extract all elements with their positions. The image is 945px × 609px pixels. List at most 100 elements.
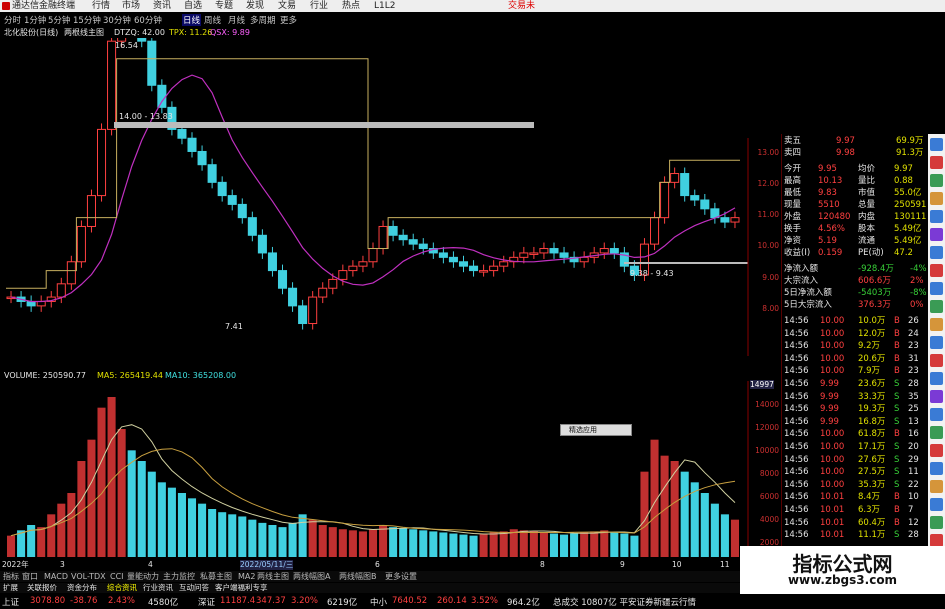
volume-bar: [187, 498, 197, 557]
toolbar-icon[interactable]: [930, 390, 943, 403]
menu-item-wenyi[interactable]: 文易: [278, 0, 296, 12]
toolbar-icon[interactable]: [930, 336, 943, 349]
toolbar-icon[interactable]: [930, 354, 943, 367]
ext-tab[interactable]: 客户端福利专享: [215, 583, 268, 593]
tab-1min[interactable]: 1分钟: [24, 14, 46, 26]
tick-row: 14:56 10.01 11.1万 S 28: [784, 530, 919, 541]
tab-liangxian-b[interactable]: 两线幅图B: [339, 571, 377, 582]
menu-item-zhuanti[interactable]: 专题: [215, 0, 233, 12]
menu-item-redian[interactable]: 热点: [342, 0, 360, 12]
candle: [358, 261, 368, 267]
indicator-line: 北化股份(日线) 两根线主图 DTZQ: 42.00 TPX: 11.26 QS…: [0, 27, 535, 38]
index-name[interactable]: 中小: [370, 596, 387, 608]
tab-more[interactable]: 更多: [280, 14, 297, 26]
price-chart[interactable]: [0, 38, 780, 356]
tab-month[interactable]: 月线: [228, 14, 245, 26]
toolbar-icon[interactable]: [930, 156, 943, 169]
app-popup[interactable]: 精选应用: [560, 424, 632, 436]
menu-item-l1l2[interactable]: L1L2: [374, 0, 395, 12]
volume-axis-top: 14997: [750, 380, 774, 389]
volume-bar: [620, 533, 629, 557]
volume-bar: [167, 487, 176, 557]
tick-row: 14:56 10.00 17.1万 S 20: [784, 442, 919, 452]
ext-tab[interactable]: 关联报价: [27, 583, 57, 593]
tab-liangxian-a[interactable]: 两线幅图A: [293, 571, 330, 582]
ext-tab-selected[interactable]: 综合资讯: [107, 583, 137, 593]
toolbar-icon[interactable]: [930, 228, 943, 241]
candle: [418, 243, 428, 250]
toolbar-icon[interactable]: [930, 372, 943, 385]
toolbar-icon[interactable]: [930, 480, 943, 493]
toolbar-icon[interactable]: [930, 408, 943, 421]
stat-row: 今开 9.95 均价 9.97: [784, 164, 913, 174]
toolbar-icon[interactable]: [930, 210, 943, 223]
tab-zhuli[interactable]: 主力监控: [163, 571, 195, 582]
index-name[interactable]: 上证: [2, 596, 19, 608]
toolbar-icon[interactable]: [930, 282, 943, 295]
tab-multi[interactable]: 多周期: [250, 14, 276, 26]
toolbar-icon[interactable]: [930, 246, 943, 259]
formula-name[interactable]: 两根线主图: [64, 27, 104, 38]
low-label: 7.41: [225, 322, 243, 331]
tab-settings[interactable]: 设置: [401, 571, 417, 582]
ext-tab[interactable]: 资金分布: [67, 583, 97, 593]
volume-tick: 8000: [759, 469, 779, 478]
stock-name[interactable]: 北化股份(日线): [4, 27, 58, 38]
tab-fenshi[interactable]: 分时: [4, 14, 21, 26]
candle: [227, 195, 237, 205]
period-tabs: 分时 1分钟 5分钟 15分钟 30分钟 60分钟 日线 周线 月线 多周期 更…: [0, 13, 535, 26]
menu-item-shichang[interactable]: 市场: [122, 0, 140, 12]
tab-30min[interactable]: 30分钟: [103, 14, 131, 26]
volume-bar: [580, 532, 589, 557]
tab-60min[interactable]: 60分钟: [134, 14, 162, 26]
menu-item-zixun[interactable]: 资讯: [153, 0, 171, 12]
stat-row: 外盘 120480 内盘 130111: [784, 212, 927, 222]
index-name[interactable]: 深证: [198, 596, 215, 608]
candle: [237, 203, 247, 219]
index-change: 260.14: [437, 596, 467, 606]
tab-more-indicators[interactable]: 更多: [385, 571, 401, 582]
ext-tab[interactable]: 扩展: [3, 583, 18, 593]
tab-liangxian-main[interactable]: 两线主图: [257, 571, 289, 582]
menu-item-hangye[interactable]: 行业: [310, 0, 328, 12]
toolbar-icon[interactable]: [930, 264, 943, 277]
candle: [680, 173, 690, 197]
tab-week[interactable]: 周线: [204, 14, 221, 26]
toolbar-icon[interactable]: [930, 174, 943, 187]
toolbar-icon[interactable]: [930, 300, 943, 313]
ext-tab[interactable]: 行业资讯: [143, 583, 173, 593]
menu-item-zixuan[interactable]: 自选: [184, 0, 202, 12]
volume-bar: [238, 516, 247, 557]
volume-chart[interactable]: [0, 381, 780, 559]
tab-5min[interactable]: 5分钟: [48, 14, 70, 26]
volume-bar: [509, 529, 518, 557]
tick-row: 14:56 10.00 12.0万 B 24: [784, 328, 919, 339]
date-mark: 4: [148, 560, 153, 569]
toolbar-icon[interactable]: [930, 444, 943, 457]
tab-simu[interactable]: 私募主图: [200, 571, 232, 582]
tab-vol-tdx[interactable]: VOL-TDX: [71, 571, 106, 582]
window-title: 通达信金融终端: [12, 1, 76, 11]
tab-cci[interactable]: CCI: [110, 571, 124, 582]
volume-bar: [97, 407, 106, 557]
toolbar-icon[interactable]: [930, 318, 943, 331]
toolbar-icon[interactable]: [930, 498, 943, 511]
toolbar-icon[interactable]: [930, 138, 943, 151]
toolbar-icon[interactable]: [930, 192, 943, 205]
index-amount: 6219亿: [327, 598, 358, 608]
menu-item-hangqing[interactable]: 行情: [92, 0, 110, 12]
watermark: 指标公式网 www.zbgs3.com: [740, 546, 945, 594]
tab-window[interactable]: 窗口: [22, 571, 38, 582]
candle: [298, 305, 308, 325]
tab-macd[interactable]: MACD: [44, 571, 68, 582]
tab-day[interactable]: 日线: [182, 14, 202, 26]
toolbar-icon[interactable]: [930, 516, 943, 529]
toolbar-icon[interactable]: [930, 462, 943, 475]
tab-15min[interactable]: 15分钟: [73, 14, 101, 26]
menu-item-faxian[interactable]: 发现: [246, 0, 264, 12]
ext-tab[interactable]: 互动问答: [179, 583, 209, 593]
tab-zhibiao[interactable]: 指标: [3, 571, 19, 582]
toolbar-icon[interactable]: [930, 426, 943, 439]
tab-ma2[interactable]: MA2: [238, 571, 255, 582]
tab-nengliang[interactable]: 量能动力: [127, 571, 159, 582]
